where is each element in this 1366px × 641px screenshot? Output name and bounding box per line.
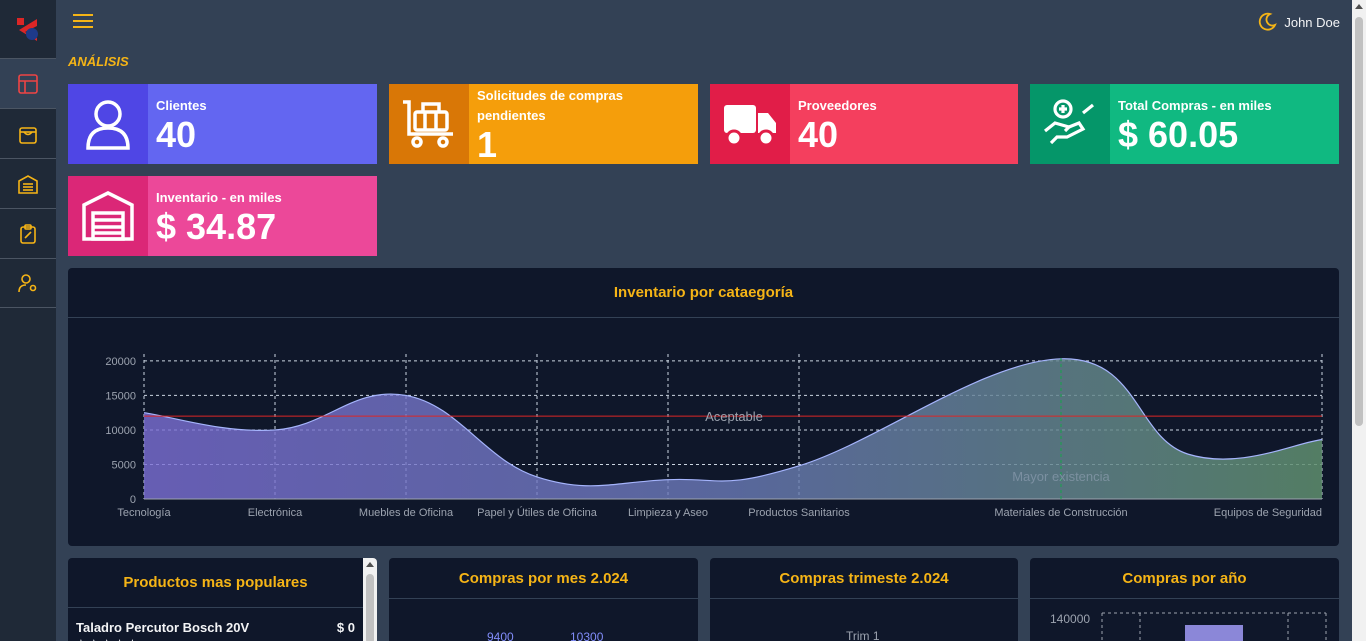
rating-stars: ★★★★★	[68, 635, 377, 641]
bar	[1185, 625, 1243, 641]
inventory-chart-panel: Inventario por cataegoría 0 5000 10000 1500…	[68, 268, 1339, 546]
product-price: $ 0	[336, 620, 355, 635]
truck-icon	[710, 84, 790, 164]
kpi-card-solicitudes[interactable]: Solicitudes de compras pendientes 1	[389, 84, 698, 164]
page-scrollbar[interactable]	[1352, 0, 1366, 641]
layout-icon	[18, 73, 38, 94]
top-bar: John Doe	[56, 0, 1352, 44]
sidebar-item-user-settings[interactable]	[0, 258, 56, 308]
logo-icon	[17, 18, 38, 41]
scroll-thumb[interactable]	[366, 574, 374, 641]
y-tick-label: 15000	[105, 390, 136, 402]
data-label: 10300	[570, 630, 604, 641]
sidebar-item-orders[interactable]	[0, 208, 56, 258]
kpi-value: $ 60.05	[1118, 114, 1239, 155]
kpi-value: 40	[156, 114, 197, 155]
x-tick-label: Electrónica	[248, 507, 303, 519]
panel-title: Productos mas populares	[68, 558, 377, 608]
kpi-label: Inventario - en miles	[156, 190, 282, 205]
kpi-card-clientes[interactable]: Clientes 40	[68, 84, 377, 164]
x-tick-label: Tecnología	[117, 507, 171, 519]
y-tick-label: 20000	[105, 356, 136, 368]
hamburger-icon	[73, 14, 93, 28]
yearly-purchases-panel: Compras por año 140000	[1030, 558, 1339, 641]
section-title: ANÁLISIS	[68, 54, 129, 69]
sidebar-item-warehouse[interactable]	[0, 158, 56, 208]
y-tick-label: 5000	[112, 459, 136, 471]
kpi-card-proveedores[interactable]: Proveedores 40	[710, 84, 1018, 164]
panel-scrollbar[interactable]	[363, 558, 377, 641]
panel-title: Compras por año	[1030, 558, 1339, 599]
app-logo[interactable]	[0, 0, 56, 58]
hand-money-icon	[1030, 84, 1110, 164]
popular-products-panel: Productos mas populares Taladro Percutor…	[68, 558, 377, 641]
cart-icon	[389, 84, 469, 164]
data-label: Trim 1	[846, 629, 880, 641]
kpi-value: 1	[477, 124, 498, 165]
annotation-label: Mayor existencia	[1012, 469, 1110, 484]
moon-icon	[1258, 12, 1277, 31]
x-tick-label: Muebles de Oficina	[359, 507, 454, 519]
kpi-value: $ 34.87	[156, 206, 277, 247]
x-tick-label: Equipos de Seguridad	[1214, 507, 1322, 519]
y-tick-label: 0	[130, 494, 136, 506]
user-settings-icon	[18, 274, 37, 293]
sidebar-item-shop[interactable]	[0, 108, 56, 158]
product-name: Taladro Percutor Bosch 20V	[76, 620, 250, 635]
list-item[interactable]: Taladro Percutor Bosch 20V $ 0	[68, 608, 377, 635]
scroll-up-icon[interactable]	[366, 562, 374, 567]
kpi-label: Total Compras - en miles	[1118, 98, 1272, 113]
area-series	[144, 358, 1322, 499]
x-tick-label: Limpieza y Aseo	[628, 507, 708, 519]
kpi-value: 40	[798, 114, 839, 155]
shopping-bag-icon	[19, 126, 37, 144]
data-label: 9400	[487, 630, 514, 641]
kpi-label: Clientes	[156, 98, 207, 113]
panel-title: Compras por mes 2.024	[389, 558, 698, 599]
x-tick-label: Materiales de Construcción	[994, 507, 1127, 519]
sidebar-item-dashboard[interactable]	[0, 58, 56, 108]
x-tick-label: Productos Sanitarios	[748, 507, 850, 519]
yearly-bar-chart	[1101, 612, 1327, 641]
user-name[interactable]: John Doe	[1284, 15, 1340, 30]
y-tick-label: 10000	[105, 425, 136, 437]
scroll-up-icon[interactable]	[1355, 4, 1363, 9]
panel-title: Compras trimeste 2.024	[710, 558, 1018, 599]
x-tick-label: Papel y Útiles de Oficina	[477, 506, 598, 519]
kpi-label: Solicitudes de compras pendientes	[477, 88, 623, 123]
kpi-label: Proveedores	[798, 98, 877, 113]
inventory-area-chart: 0 5000 10000 15000 20000 Aceptable Mayor exist…	[105, 354, 1323, 519]
quarterly-purchases-panel: Compras trimeste 2.024 Trim 1	[710, 558, 1018, 641]
sidebar	[0, 0, 56, 641]
warehouse-icon	[18, 174, 38, 194]
kpi-card-total-compras[interactable]: Total Compras - en miles $ 60.05	[1030, 84, 1339, 164]
clipboard-icon	[20, 223, 36, 244]
kpi-card-inventario[interactable]: Inventario - en miles $ 34.87	[68, 176, 377, 256]
scroll-thumb[interactable]	[1355, 17, 1363, 426]
chart-title: Inventario por cataegoría	[68, 268, 1339, 318]
warehouse-icon	[68, 176, 148, 256]
user-icon	[68, 84, 148, 164]
annotation-label: Aceptable	[705, 409, 763, 424]
monthly-purchases-panel: Compras por mes 2.024 9400 10300	[389, 558, 698, 641]
menu-toggle-button[interactable]	[72, 12, 94, 35]
theme-toggle-button[interactable]	[1256, 11, 1278, 38]
